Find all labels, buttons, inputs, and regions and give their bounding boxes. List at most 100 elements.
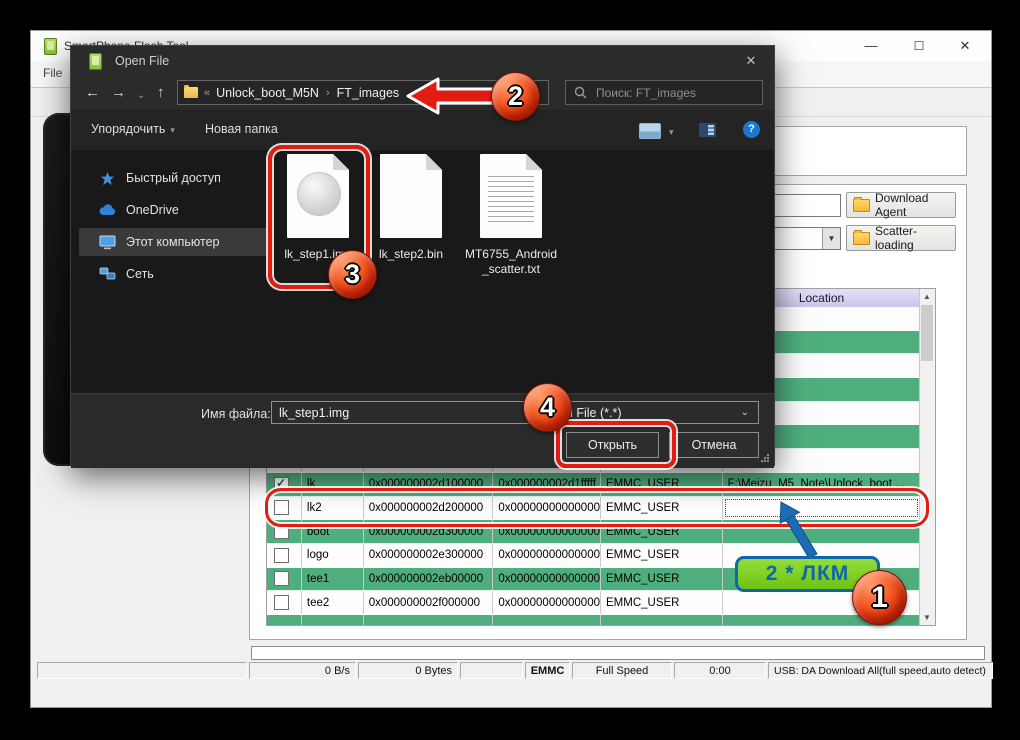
- start-address: 0x000000002e300000: [364, 543, 494, 567]
- end-address: 0x0000000000000000: [493, 567, 601, 591]
- up-icon[interactable]: ↑: [157, 83, 165, 103]
- step-badge-3: 3: [328, 250, 377, 299]
- sidebar-item-star[interactable]: Быстрый доступ: [79, 164, 267, 192]
- dialog-body: Быстрый доступ OneDrive Этот компьютер Сеть…: [71, 150, 774, 393]
- breadcrumb-item[interactable]: FT_images: [337, 86, 400, 100]
- red-arrow-left-icon: [406, 77, 502, 115]
- end-address: [493, 614, 601, 625]
- status-time: 0:00: [674, 662, 766, 679]
- highlight-open-button: [556, 421, 676, 468]
- status-usb-mode: USB: DA Download All(full speed,auto det…: [768, 662, 993, 679]
- scatter-loading-button[interactable]: Scatter-loading: [846, 224, 956, 252]
- network-icon: [99, 266, 116, 282]
- checkbox-cell: [267, 567, 302, 591]
- status-segment-empty: [460, 662, 523, 679]
- filename-label: Имя файла:: [201, 407, 271, 421]
- table-row[interactable]: tee20x000000002f0000000x0000000000000000…: [267, 591, 920, 615]
- status-link-speed: Full Speed: [572, 662, 672, 679]
- sidebar-item-label: Этот компьютер: [126, 235, 220, 249]
- breadcrumb-separator-icon: ›: [325, 86, 330, 99]
- end-address: 0x0000000000000000: [493, 543, 601, 567]
- filename-input[interactable]: [271, 401, 546, 424]
- breadcrumb-collapsed-icon[interactable]: «: [204, 87, 210, 99]
- region: EMMC_USER: [601, 543, 723, 567]
- row-checkbox[interactable]: [274, 595, 289, 611]
- start-address: [364, 614, 494, 625]
- checkbox-cell: [267, 591, 302, 614]
- sidebar-item-computer[interactable]: Этот компьютер: [79, 228, 267, 256]
- view-caret-icon[interactable]: ▾: [669, 127, 674, 138]
- checkbox-cell: [267, 543, 302, 567]
- status-segment-empty: [37, 662, 247, 679]
- end-address: 0x0000000000000000: [493, 591, 601, 614]
- checkbox-cell: [267, 614, 302, 625]
- step-badge-1: 1: [852, 570, 907, 625]
- sidebar-item-label: Сеть: [126, 267, 154, 281]
- start-address: 0x000000002eb00000: [364, 567, 494, 591]
- dropdown-caret-icon[interactable]: ▼: [822, 228, 840, 249]
- dialog-titlebar[interactable]: Open File ✕: [71, 46, 774, 76]
- step-badge-4: 4: [523, 383, 572, 432]
- breadcrumb-path: Unlock_boot_M5N › FT_images: [216, 86, 399, 100]
- cancel-button[interactable]: Отмена: [669, 432, 759, 458]
- blue-arrow-icon: [779, 501, 818, 559]
- back-icon[interactable]: ←: [85, 83, 100, 103]
- file-label: MT6755_Android _scatter.txt: [464, 247, 558, 276]
- screen: SmartPhone Flash Tool — ☐ ✕ File Downloa…: [0, 0, 1020, 740]
- highlight-lk2-row: [265, 488, 929, 527]
- download-agent-button[interactable]: Download Agent: [846, 191, 956, 219]
- file-label: lk_step2.bin: [378, 247, 444, 261]
- sidebar-item-cloud[interactable]: OneDrive: [79, 196, 267, 224]
- region: EMMC_USER: [601, 591, 723, 614]
- dialog-title: Open File: [115, 54, 170, 68]
- dialog-close-icon[interactable]: ✕: [740, 52, 762, 70]
- file-tile[interactable]: MT6755_Android _scatter.txt: [459, 154, 563, 277]
- status-storage: EMMC: [525, 662, 570, 679]
- sidebar-item-network[interactable]: Сеть: [79, 260, 267, 288]
- scrollbar-thumb[interactable]: [921, 305, 933, 361]
- close-button[interactable]: ✕: [953, 36, 977, 56]
- search-input[interactable]: [594, 84, 738, 101]
- scroll-down-icon[interactable]: ▼: [920, 610, 934, 625]
- start-address: 0x000000002f000000: [364, 591, 494, 614]
- computer-icon: [99, 234, 116, 250]
- chevron-down-icon: ▾: [170, 125, 175, 135]
- star-icon: [99, 170, 116, 186]
- file-icon-txt: [480, 154, 542, 238]
- file-tile[interactable]: lk_step2.bin: [364, 154, 458, 262]
- maximize-button[interactable]: ☐: [907, 36, 931, 56]
- region: EMMC_USER: [601, 567, 723, 591]
- help-icon[interactable]: ?: [743, 121, 760, 138]
- new-folder-button[interactable]: Новая папка: [205, 122, 278, 136]
- minimize-button[interactable]: —: [859, 36, 883, 56]
- history-chevron-icon[interactable]: ⌄: [137, 86, 145, 106]
- menu-file[interactable]: File: [43, 66, 62, 80]
- row-checkbox[interactable]: [274, 571, 289, 587]
- row-checkbox[interactable]: [274, 547, 289, 563]
- organize-menu[interactable]: Упорядочить ▾: [91, 122, 175, 136]
- sidebar-item-label: OneDrive: [126, 203, 179, 217]
- preview-pane-icon[interactable]: [699, 123, 716, 137]
- cloud-icon: [99, 202, 116, 218]
- search-box[interactable]: [565, 80, 763, 105]
- status-bytes: 0 Bytes: [358, 662, 458, 679]
- table-filler-row: [267, 614, 920, 625]
- resize-grip[interactable]: [760, 454, 769, 463]
- view-thumbnails-icon[interactable]: [639, 123, 661, 139]
- partition-name: logo: [302, 543, 364, 567]
- breadcrumb-item[interactable]: Unlock_boot_M5N: [216, 86, 319, 100]
- dialog-app-icon: [89, 53, 102, 75]
- partition-name: [302, 614, 364, 625]
- status-bar: 0 B/s 0 Bytes EMMC Full Speed 0:00 USB: …: [37, 662, 993, 679]
- sidebar-item-label: Быстрый доступ: [126, 171, 221, 185]
- scroll-up-icon[interactable]: ▲: [920, 289, 934, 304]
- partition-name: tee1: [302, 567, 364, 591]
- progress-bar: [251, 646, 985, 660]
- status-speed: 0 B/s: [249, 662, 356, 679]
- dialog-toolbar: Упорядочить ▾ Новая папка ▾ ?: [71, 110, 774, 150]
- step-badge-2: 2: [491, 72, 540, 121]
- forward-icon[interactable]: →: [111, 83, 126, 103]
- partition-name: tee2: [302, 591, 364, 614]
- folder-icon: [184, 85, 198, 98]
- table-scrollbar[interactable]: ▲ ▼: [919, 289, 935, 625]
